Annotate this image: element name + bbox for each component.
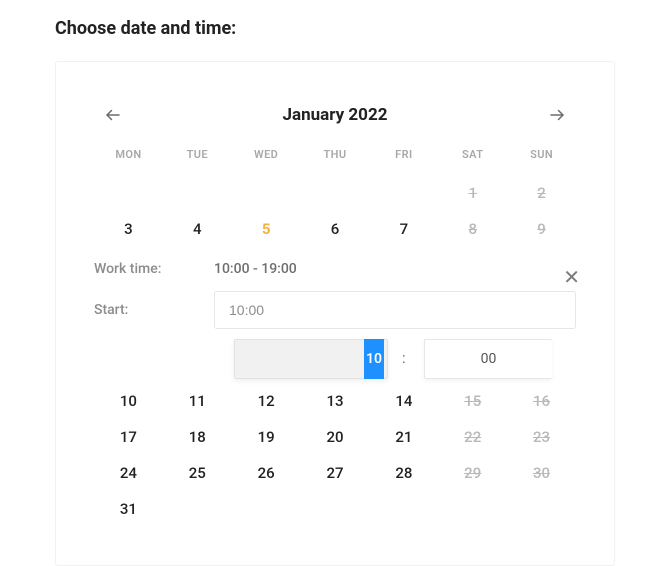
weekday-label: WED <box>232 144 301 175</box>
weekday-row: MONTUEWEDTHUFRISATSUN <box>84 144 586 175</box>
calendar-day[interactable]: 11 <box>163 383 232 419</box>
calendar-day: 9 <box>507 211 576 247</box>
calendar-day[interactable]: 12 <box>232 383 301 419</box>
calendar-empty <box>507 491 576 527</box>
calendar-day[interactable]: 13 <box>301 383 370 419</box>
calendar-empty <box>232 491 301 527</box>
calendar-empty <box>369 175 438 211</box>
calendar-empty <box>301 175 370 211</box>
weekday-label: THU <box>301 144 370 175</box>
calendar-day[interactable]: 6 <box>301 211 370 247</box>
prev-month-button[interactable] <box>102 104 124 126</box>
hour-selected: 10 <box>364 339 384 379</box>
calendar-day[interactable]: 17 <box>94 419 163 455</box>
calendar-day[interactable]: 19 <box>232 419 301 455</box>
start-label: Start: <box>94 302 214 318</box>
hour-wheel[interactable]: 10 <box>234 339 388 379</box>
calendar-day[interactable]: 4 <box>163 211 232 247</box>
calendar-day[interactable]: 26 <box>232 455 301 491</box>
weekday-label: FRI <box>369 144 438 175</box>
calendar-day[interactable]: 31 <box>94 491 163 527</box>
calendar-day: 8 <box>438 211 507 247</box>
calendar-grid-top: 12 3456789 <box>84 175 586 247</box>
next-month-button[interactable] <box>546 104 568 126</box>
weekday-label: SUN <box>507 144 576 175</box>
work-time-value: 10:00 - 19:00 <box>214 261 297 277</box>
calendar-empty <box>301 491 370 527</box>
calendar-day: 29 <box>438 455 507 491</box>
calendar-empty <box>163 175 232 211</box>
calendar-day: 23 <box>507 419 576 455</box>
time-colon: : <box>402 349 406 367</box>
calendar-day[interactable]: 18 <box>163 419 232 455</box>
weekday-label: MON <box>94 144 163 175</box>
calendar-day[interactable]: 7 <box>369 211 438 247</box>
calendar-day: 1 <box>438 175 507 211</box>
calendar-day[interactable]: 24 <box>94 455 163 491</box>
calendar-grid-bottom: 10111213141516 17181920212223 242526272829… <box>84 383 586 527</box>
calendar-day[interactable]: 21 <box>369 419 438 455</box>
calendar-header: January 2022 <box>84 104 586 144</box>
calendar-day[interactable]: 14 <box>369 383 438 419</box>
calendar-day[interactable]: 10 <box>94 383 163 419</box>
calendar-day[interactable]: 3 <box>94 211 163 247</box>
time-panel: ✕ Work time: 10:00 - 19:00 Start: 10 : 0… <box>84 257 586 377</box>
calendar-day: 2 <box>507 175 576 211</box>
weekday-label: SAT <box>438 144 507 175</box>
weekday-label: TUE <box>163 144 232 175</box>
calendar-empty <box>163 491 232 527</box>
time-spinner: 10 : 00 <box>104 343 566 377</box>
calendar-day: 16 <box>507 383 576 419</box>
calendar-day[interactable]: 28 <box>369 455 438 491</box>
calendar-day: 22 <box>438 419 507 455</box>
datetime-card: January 2022 MONTUEWEDTHUFRISATSUN 12345… <box>55 61 615 566</box>
calendar-empty <box>94 175 163 211</box>
calendar-day[interactable]: 5 <box>232 211 301 247</box>
start-time-input[interactable] <box>214 291 576 329</box>
work-time-label: Work time: <box>94 261 214 277</box>
close-icon[interactable]: ✕ <box>563 265 580 289</box>
calendar-empty <box>369 491 438 527</box>
calendar-empty <box>438 491 507 527</box>
calendar-day[interactable]: 20 <box>301 419 370 455</box>
month-title: January 2022 <box>283 105 388 125</box>
calendar-day[interactable]: 25 <box>163 455 232 491</box>
calendar-day: 15 <box>438 383 507 419</box>
calendar-day: 30 <box>507 455 576 491</box>
calendar-day[interactable]: 27 <box>301 455 370 491</box>
page-title: Choose date and time: <box>55 18 663 39</box>
minute-wheel[interactable]: 00 <box>424 339 552 379</box>
calendar-empty <box>232 175 301 211</box>
